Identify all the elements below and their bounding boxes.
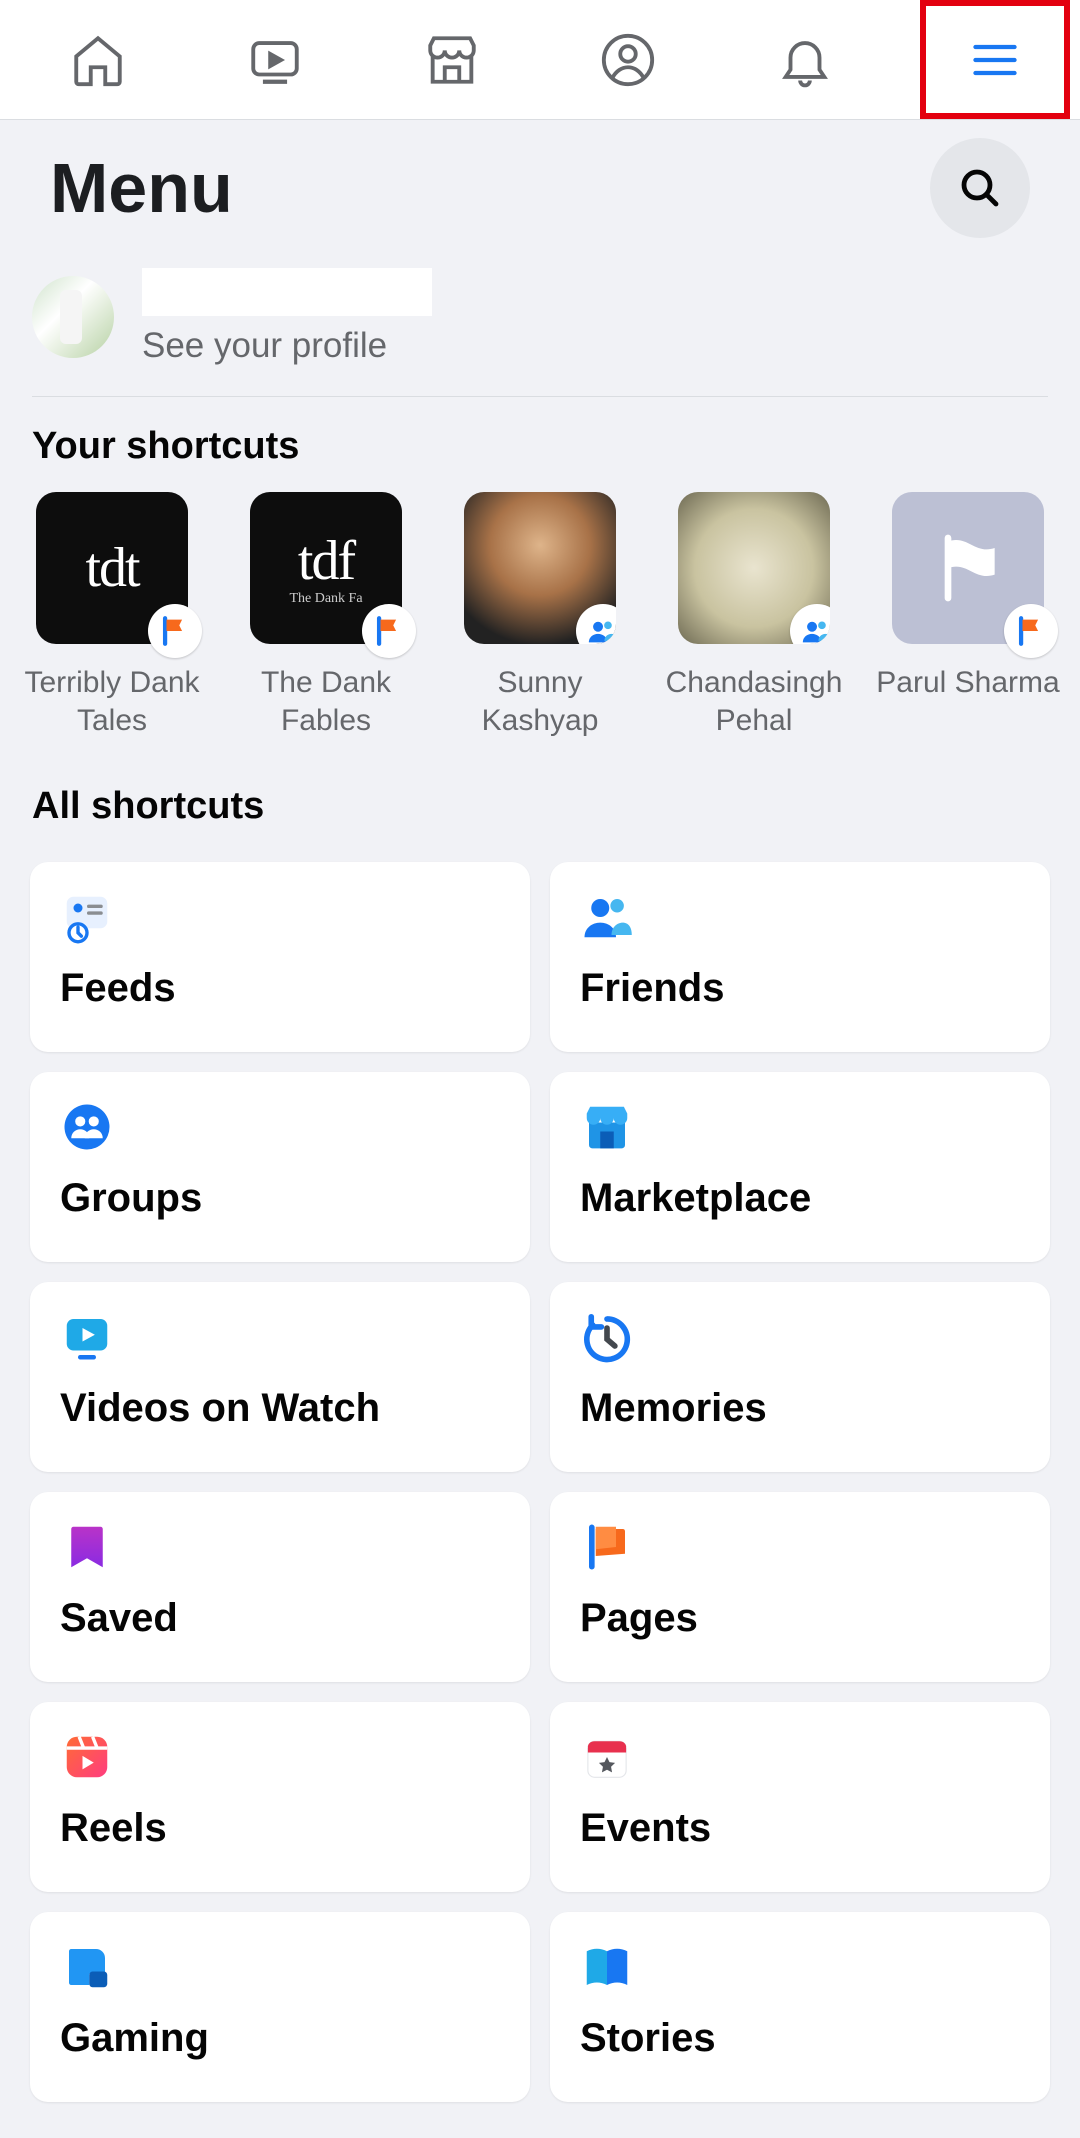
profile-text: See your profile — [142, 268, 432, 366]
nav-notifications[interactable] — [717, 0, 894, 119]
tile-pages[interactable]: Pages — [550, 1492, 1050, 1682]
watch-tile-icon — [60, 1310, 114, 1364]
stories-icon — [580, 1940, 634, 1994]
tile-friends[interactable]: Friends — [550, 862, 1050, 1052]
see-profile-label: See your profile — [142, 326, 432, 366]
group-icon — [586, 614, 616, 644]
watch-icon — [246, 31, 304, 89]
tile-saved[interactable]: Saved — [30, 1492, 530, 1682]
shortcut-thumb — [892, 492, 1044, 644]
friends-icon — [580, 890, 634, 944]
page-badge — [1004, 604, 1058, 658]
tile-label: Marketplace — [580, 1176, 1020, 1221]
nav-marketplace[interactable] — [363, 0, 540, 119]
profile-row[interactable]: See your profile — [0, 248, 1080, 396]
tile-label: Groups — [60, 1176, 500, 1221]
hamburger-highlight-box — [920, 0, 1070, 119]
nav-watch[interactable] — [187, 0, 364, 119]
profile-name-redacted — [142, 268, 432, 316]
page-title: Menu — [50, 148, 233, 228]
saved-icon — [60, 1520, 114, 1574]
tiles-grid: Feeds Friends Groups Marketplace Videos … — [0, 846, 1080, 2132]
shortcut-sunny-kashyap[interactable]: Sunny Kashyap — [446, 492, 634, 739]
page-header: Menu — [0, 120, 1080, 248]
shortcuts-row: tdt Terribly Dank Tales tdf The Dank Fa … — [0, 486, 1080, 757]
flag-icon — [158, 614, 192, 648]
tile-label: Reels — [60, 1806, 500, 1851]
tile-label: Saved — [60, 1596, 500, 1641]
tile-reels[interactable]: Reels — [30, 1702, 530, 1892]
tile-groups[interactable]: Groups — [30, 1072, 530, 1262]
shortcut-chandasingh-pehal[interactable]: Chandasingh Pehal — [660, 492, 848, 739]
top-nav — [0, 0, 1080, 120]
tile-label: Friends — [580, 966, 1020, 1011]
tile-label: Memories — [580, 1386, 1020, 1431]
group-icon — [800, 614, 830, 644]
shortcut-parul-sharma[interactable]: Parul Sharma — [874, 492, 1062, 739]
flag-icon — [928, 528, 1008, 608]
shortcut-the-dank-fables[interactable]: tdf The Dank Fa The Dank Fables — [232, 492, 420, 739]
shortcut-terribly-dank-tales[interactable]: tdt Terribly Dank Tales — [18, 492, 206, 739]
search-button[interactable] — [930, 138, 1030, 238]
shortcut-label: Parul Sharma — [876, 664, 1059, 702]
bell-icon — [776, 31, 834, 89]
flag-icon — [1014, 614, 1048, 648]
search-icon — [956, 164, 1004, 212]
shortcut-thumb: tdt — [36, 492, 188, 644]
hamburger-icon — [969, 34, 1021, 86]
tile-label: Feeds — [60, 966, 500, 1011]
tile-label: Gaming — [60, 2016, 500, 2061]
group-badge — [790, 604, 830, 644]
group-badge — [576, 604, 616, 644]
shortcut-label: Sunny Kashyap — [446, 664, 634, 739]
pages-icon — [580, 1520, 634, 1574]
nav-menu[interactable] — [893, 0, 1070, 119]
nav-home[interactable] — [10, 0, 187, 119]
tile-label: Stories — [580, 2016, 1020, 2061]
flag-icon — [372, 614, 406, 648]
gaming-icon — [60, 1940, 114, 1994]
shortcut-thumb: tdf The Dank Fa — [250, 492, 402, 644]
tile-label: Events — [580, 1806, 1020, 1851]
memories-icon — [580, 1310, 634, 1364]
tile-memories[interactable]: Memories — [550, 1282, 1050, 1472]
reels-icon — [60, 1730, 114, 1784]
section-your-shortcuts: Your shortcuts — [0, 397, 1080, 486]
shortcut-label: The Dank Fables — [232, 664, 420, 739]
feeds-icon — [60, 890, 114, 944]
shortcut-thumb — [678, 492, 830, 644]
tile-label: Videos on Watch — [60, 1386, 500, 1431]
tile-stories[interactable]: Stories — [550, 1912, 1050, 2102]
shortcut-abbr: tdt — [85, 536, 138, 600]
profile-circle-icon — [599, 31, 657, 89]
shortcut-thumb — [464, 492, 616, 644]
page-badge — [148, 604, 202, 658]
shortcut-abbr: tdf — [298, 529, 354, 593]
page-badge — [362, 604, 416, 658]
tile-marketplace[interactable]: Marketplace — [550, 1072, 1050, 1262]
groups-icon — [60, 1100, 114, 1154]
tile-gaming[interactable]: Gaming — [30, 1912, 530, 2102]
avatar — [32, 276, 114, 358]
tile-feeds[interactable]: Feeds — [30, 862, 530, 1052]
store-icon — [423, 31, 481, 89]
shortcut-subtext: The Dank Fa — [289, 591, 362, 607]
shortcut-label: Chandasingh Pehal — [660, 664, 848, 739]
tile-events[interactable]: Events — [550, 1702, 1050, 1892]
marketplace-icon — [580, 1100, 634, 1154]
shortcut-label: Terribly Dank Tales — [18, 664, 206, 739]
section-all-shortcuts: All shortcuts — [0, 757, 1080, 846]
nav-profile[interactable] — [540, 0, 717, 119]
tile-videos-on-watch[interactable]: Videos on Watch — [30, 1282, 530, 1472]
home-icon — [69, 31, 127, 89]
events-icon — [580, 1730, 634, 1784]
tile-label: Pages — [580, 1596, 1020, 1641]
